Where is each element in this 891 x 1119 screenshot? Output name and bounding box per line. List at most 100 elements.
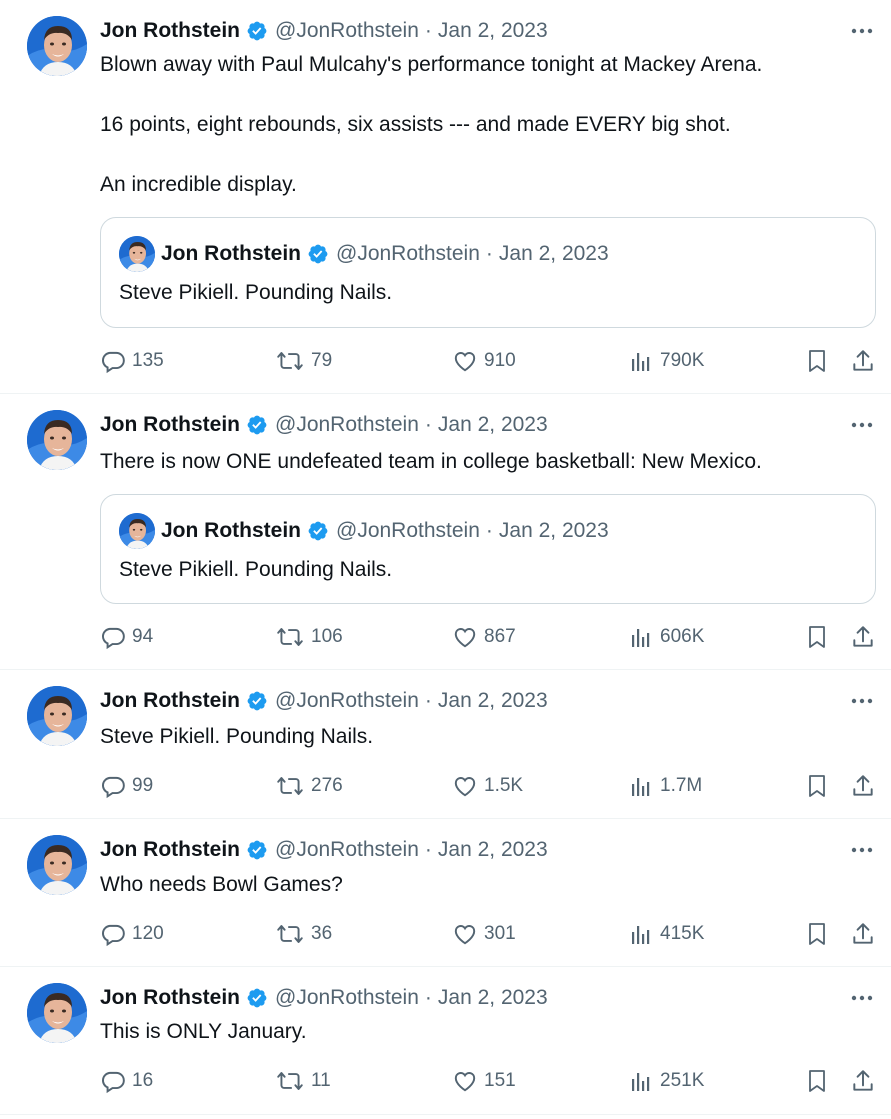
- tweet[interactable]: Jon Rothstein @JonRothstein · Jan 2, 202…: [0, 394, 891, 670]
- views-icon: [630, 922, 660, 946]
- author-name[interactable]: Jon Rothstein: [100, 413, 240, 437]
- avatar[interactable]: [27, 410, 87, 470]
- more-icon[interactable]: [849, 413, 875, 437]
- retweet-icon: [275, 1068, 311, 1094]
- views-button[interactable]: 251K: [630, 1065, 704, 1097]
- reply-icon: [100, 624, 132, 650]
- reply-count: 99: [132, 775, 154, 796]
- author-name[interactable]: Jon Rothstein: [100, 986, 240, 1010]
- more-icon[interactable]: [849, 689, 875, 713]
- tweet-actions: 94 106 867 606K: [100, 621, 880, 653]
- retweet-count: 36: [311, 923, 333, 944]
- retweet-button[interactable]: 79: [275, 345, 332, 377]
- tweet-date[interactable]: Jan 2, 2023: [438, 838, 548, 862]
- tweet[interactable]: Jon Rothstein @JonRothstein · Jan 2, 202…: [0, 0, 891, 394]
- share-icon[interactable]: [850, 348, 876, 379]
- views-count: 415K: [660, 923, 705, 944]
- like-button[interactable]: 867: [452, 621, 516, 653]
- avatar[interactable]: [27, 983, 87, 1043]
- tweet-actions: 16 11 151 251K: [100, 1065, 880, 1097]
- tweet-date[interactable]: Jan 2, 2023: [438, 689, 548, 713]
- like-button[interactable]: 301: [452, 918, 516, 950]
- author-handle[interactable]: @JonRothstein: [275, 689, 419, 713]
- share-icon[interactable]: [850, 1068, 876, 1099]
- author-handle[interactable]: @JonRothstein: [275, 986, 419, 1010]
- author-name[interactable]: Jon Rothstein: [100, 19, 240, 43]
- retweet-button[interactable]: 36: [275, 918, 332, 950]
- author-name[interactable]: Jon Rothstein: [100, 838, 240, 862]
- avatar[interactable]: [27, 835, 87, 895]
- like-icon: [452, 348, 484, 374]
- bookmark-icon[interactable]: [805, 348, 829, 379]
- tweet[interactable]: Jon Rothstein @JonRothstein · Jan 2, 202…: [0, 670, 891, 819]
- tweet-text: Steve Pikiell. Pounding Nails.: [100, 725, 374, 748]
- views-button[interactable]: 415K: [630, 918, 704, 950]
- views-button[interactable]: 1.7M: [630, 770, 702, 802]
- author-handle[interactable]: @JonRothstein: [275, 413, 419, 437]
- tweet-date[interactable]: Jan 2, 2023: [438, 413, 548, 437]
- more-icon[interactable]: [849, 838, 875, 862]
- views-button[interactable]: 606K: [630, 621, 704, 653]
- bookmark-icon[interactable]: [805, 624, 829, 655]
- avatar[interactable]: [27, 16, 87, 76]
- author-name: Jon Rothstein: [161, 519, 301, 542]
- author-handle[interactable]: @JonRothstein: [275, 19, 419, 43]
- tweet-date[interactable]: Jan 2, 2023: [438, 19, 548, 43]
- quoted-tweet-header: Jon Rothstein @JonRothstein · Jan 2, 202…: [161, 515, 609, 547]
- like-icon: [452, 624, 484, 650]
- reply-count: 120: [132, 923, 164, 944]
- reply-button[interactable]: 135: [100, 345, 164, 377]
- like-button[interactable]: 1.5K: [452, 770, 523, 802]
- share-icon[interactable]: [850, 624, 876, 655]
- like-button[interactable]: 151: [452, 1065, 516, 1097]
- tweet-text: Blown away with Paul Mulcahy's performan…: [100, 53, 763, 196]
- like-button[interactable]: 910: [452, 345, 516, 377]
- reply-icon: [100, 773, 132, 799]
- share-icon[interactable]: [850, 921, 876, 952]
- retweet-button[interactable]: 276: [275, 770, 343, 802]
- retweet-button[interactable]: 11: [275, 1065, 331, 1097]
- verified-badge-icon: [246, 987, 268, 1009]
- retweet-count: 106: [311, 626, 343, 647]
- retweet-button[interactable]: 106: [275, 621, 343, 653]
- author-handle[interactable]: @JonRothstein: [275, 838, 419, 862]
- bookmark-icon[interactable]: [805, 921, 829, 952]
- retweet-count: 11: [311, 1070, 331, 1091]
- verified-badge-icon: [307, 520, 329, 542]
- quoted-tweet[interactable]: Jon Rothstein @JonRothstein · Jan 2, 202…: [100, 494, 876, 604]
- author-name: Jon Rothstein: [161, 242, 301, 265]
- separator-dot: ·: [424, 986, 432, 1009]
- retweet-count: 79: [311, 350, 333, 371]
- separator-dot: ·: [485, 242, 493, 265]
- like-icon: [452, 921, 484, 947]
- reply-button[interactable]: 120: [100, 918, 164, 950]
- views-button[interactable]: 790K: [630, 345, 704, 377]
- retweet-icon: [275, 348, 311, 374]
- retweet-icon: [275, 921, 311, 947]
- reply-button[interactable]: 99: [100, 770, 153, 802]
- reply-icon: [100, 1068, 132, 1094]
- more-icon[interactable]: [849, 986, 875, 1010]
- avatar[interactable]: [27, 686, 87, 746]
- share-icon[interactable]: [850, 773, 876, 804]
- verified-badge-icon: [246, 690, 268, 712]
- quoted-tweet[interactable]: Jon Rothstein @JonRothstein · Jan 2, 202…: [100, 217, 876, 328]
- views-count: 251K: [660, 1070, 705, 1091]
- reply-count: 94: [132, 626, 154, 647]
- tweet[interactable]: Jon Rothstein @JonRothstein · Jan 2, 202…: [0, 819, 891, 967]
- bookmark-icon[interactable]: [805, 773, 829, 804]
- like-count: 301: [484, 923, 516, 944]
- tweet-actions: 99 276 1.5K 1.7M: [100, 770, 880, 802]
- retweet-icon: [275, 773, 311, 799]
- author-name[interactable]: Jon Rothstein: [100, 689, 240, 713]
- like-count: 151: [484, 1070, 516, 1091]
- more-icon[interactable]: [849, 19, 875, 43]
- bookmark-icon[interactable]: [805, 1068, 829, 1099]
- reply-button[interactable]: 16: [100, 1065, 153, 1097]
- verified-badge-icon: [307, 243, 329, 265]
- views-count: 606K: [660, 626, 705, 647]
- retweet-count: 276: [311, 775, 343, 796]
- tweet-date[interactable]: Jan 2, 2023: [438, 986, 548, 1010]
- tweet[interactable]: Jon Rothstein @JonRothstein · Jan 2, 202…: [0, 967, 891, 1115]
- reply-button[interactable]: 94: [100, 621, 153, 653]
